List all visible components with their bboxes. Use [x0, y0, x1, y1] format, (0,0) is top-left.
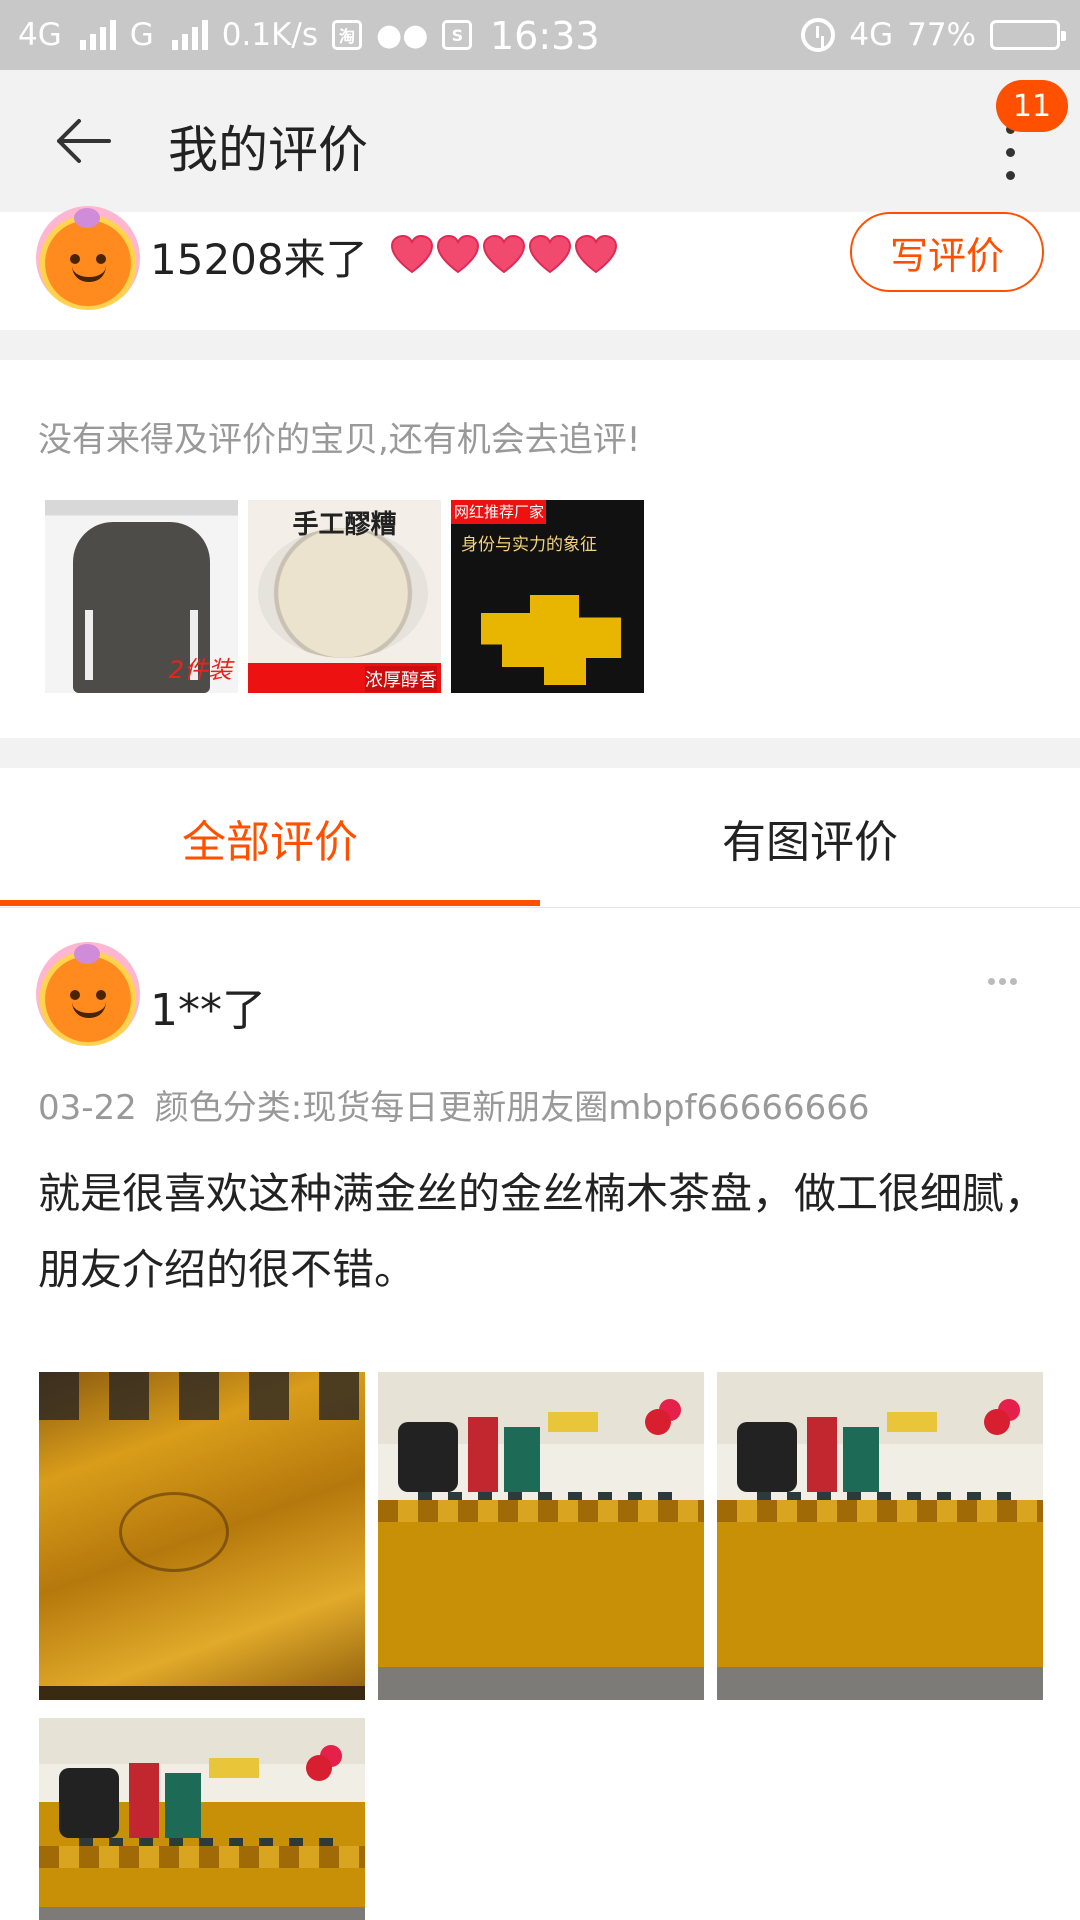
- page-title: 我的评价: [168, 121, 368, 179]
- review-photo[interactable]: [39, 1372, 365, 1700]
- status-bar: 4G G 0.1K/s 淘 ●● S 16:33 4G 77%: [0, 0, 1080, 70]
- user-summary: 15208来了 写评价: [0, 206, 1080, 330]
- network-label-2: G: [129, 17, 154, 53]
- network-speed: 0.1K/s: [221, 17, 319, 53]
- pending-item-subtitle: 身份与实力的象征: [461, 535, 597, 555]
- section-divider: [0, 738, 1080, 768]
- pending-item-rice-wine[interactable]: 手工醪糟 浓厚醇香: [248, 500, 441, 693]
- status-time: 16:33: [490, 14, 600, 58]
- review-date: 03-22: [38, 1088, 137, 1128]
- followup-section: 没有来得及评价的宝贝,还有机会去追评! 2件装 手工醪糟 浓厚醇香 网红推荐厂家…: [0, 360, 1080, 738]
- pending-item-tea-tray[interactable]: 网红推荐厂家 身份与实力的象征: [451, 500, 644, 693]
- review-text: 就是很喜欢这种满金丝的金丝楠木茶盘，做工很细腻，朋友介绍的很不错。: [38, 1169, 1047, 1294]
- network-label-3: 4G: [849, 17, 894, 53]
- review-more-icon[interactable]: [988, 978, 1017, 985]
- wechat-icon: ●●: [376, 17, 429, 53]
- review-photo[interactable]: [378, 1372, 704, 1700]
- pending-item-tag: 2件装: [168, 656, 232, 684]
- write-review-button[interactable]: 写评价: [850, 212, 1044, 292]
- review-meta: 03-22 颜色分类:现货每日更新朋友圈mbpf66666666: [38, 1080, 870, 1129]
- active-tab-indicator: [0, 900, 540, 906]
- heart-icon: [574, 234, 618, 274]
- battery-percent: 77%: [907, 17, 976, 53]
- tab-photo-reviews[interactable]: 有图评价: [540, 768, 1080, 908]
- back-arrow-icon[interactable]: [55, 118, 111, 164]
- reviewer-avatar[interactable]: [36, 942, 140, 1046]
- heart-icon: [482, 234, 526, 274]
- heart-icon: [390, 234, 434, 274]
- followup-prompt: 没有来得及评价的宝贝,还有机会去追评!: [38, 420, 641, 460]
- more-menu-icon[interactable]: [995, 125, 1025, 225]
- network-label: 4G: [18, 17, 62, 53]
- review-tabs: 全部评价 有图评价: [0, 768, 1080, 908]
- pending-item-hoodie[interactable]: 2件装: [45, 500, 238, 693]
- app-header: 我的评价 11: [0, 70, 1080, 212]
- section-divider: [0, 330, 1080, 360]
- review-photo[interactable]: [39, 1718, 365, 1920]
- notification-badge: 11: [996, 80, 1068, 132]
- heart-icon: [528, 234, 572, 274]
- user-name: 15208来了: [150, 235, 368, 284]
- signal-icon-2: [171, 20, 208, 50]
- signal-icon: [79, 20, 116, 50]
- sim-icon: S: [442, 20, 473, 50]
- review-photo[interactable]: [717, 1372, 1043, 1700]
- alarm-icon: [801, 18, 836, 52]
- taobao-icon: 淘: [332, 20, 363, 50]
- heart-icon: [436, 234, 480, 274]
- pending-item-banner: 网红推荐厂家: [451, 500, 546, 524]
- pending-item-title: 手工醪糟: [292, 510, 397, 540]
- battery-icon: [990, 20, 1066, 50]
- review-card: 1**了 03-22 颜色分类:现货每日更新朋友圈mbpf66666666 就是很…: [0, 908, 1080, 1920]
- reviewer-name: 1**了: [150, 985, 266, 1036]
- review-variant: 颜色分类:现货每日更新朋友圈mbpf66666666: [154, 1088, 870, 1128]
- avatar[interactable]: [36, 206, 140, 310]
- pending-item-band: 浓厚醇香: [365, 666, 437, 692]
- tab-all-reviews[interactable]: 全部评价: [0, 768, 540, 908]
- credit-hearts: [390, 234, 618, 274]
